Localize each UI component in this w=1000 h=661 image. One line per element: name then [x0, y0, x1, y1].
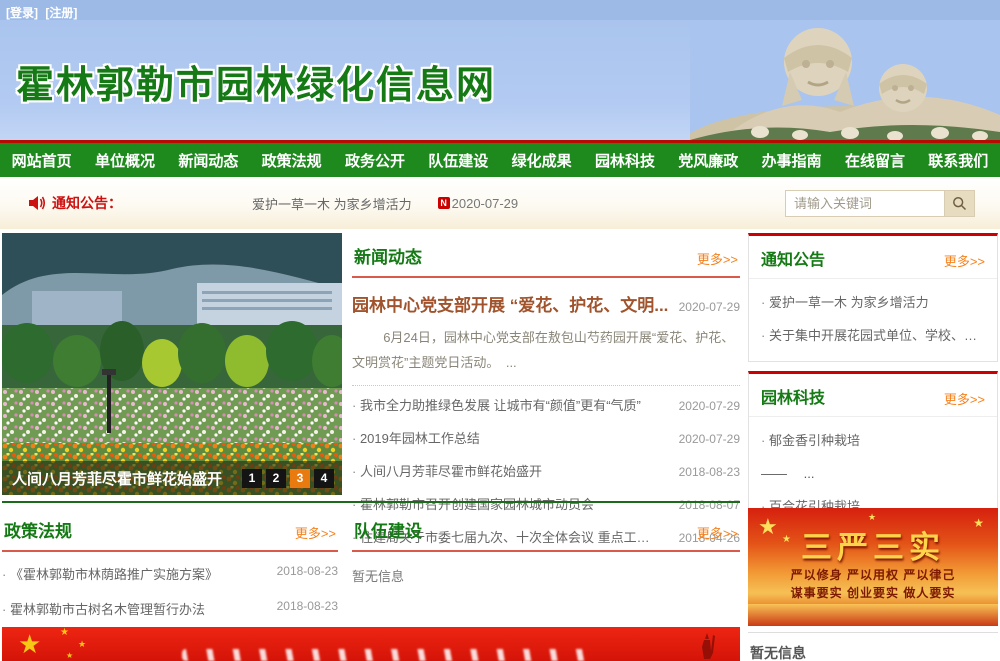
carousel-page-4[interactable]: 4	[314, 469, 334, 488]
policy-item[interactable]: 《霍林郭勒市林荫路推广实施方案》 2018-08-23	[2, 556, 338, 591]
star-icon: ★	[60, 627, 69, 638]
news-dotted-divider	[352, 385, 740, 386]
carousel-page-1[interactable]: 1	[242, 469, 262, 488]
news-section-title: 新闻动态	[354, 243, 422, 268]
nav-item-home[interactable]: 网站首页	[0, 150, 83, 171]
news-more-link[interactable]: 更多>>	[697, 249, 738, 268]
search-input[interactable]	[785, 190, 945, 217]
news-item-text: 人间八月芳菲尽霍市鲜花始盛开	[352, 461, 542, 480]
login-link[interactable]: [登录]	[6, 6, 38, 20]
news-list-item[interactable]: 我市全力助推绿色发展 让城市有“颜值”更有“气质” 2020-07-29	[352, 388, 740, 421]
calligraphy-graphic	[182, 649, 602, 661]
nav-item-party-integrity[interactable]: 党风廉政	[667, 150, 750, 171]
nav-item-news[interactable]: 新闻动态	[167, 150, 250, 171]
footer-banner: ★ ★ ★ ★	[2, 627, 740, 661]
speaker-icon	[28, 195, 46, 211]
announcements-list: 爱护一草一木 为家乡增活力 关于集中开展花园式单位、学校、工厂...	[749, 279, 997, 361]
team-section: 队伍建设 更多>> 暂无信息	[352, 503, 740, 585]
carousel-page-2[interactable]: 2	[266, 469, 286, 488]
photo-carousel[interactable]: 人间八月芳菲尽霍市鲜花始盛开 1 2 3 4	[2, 233, 342, 495]
notice-label: 通知公告：	[52, 193, 122, 213]
news-item-date: 2018-08-23	[679, 465, 740, 479]
nav-item-gov-affairs[interactable]: 政务公开	[333, 150, 416, 171]
search-icon	[952, 196, 967, 211]
new-badge-icon: N	[438, 197, 450, 209]
star-icon: ★	[78, 639, 86, 650]
page: [登录] [注册] 霍林郭勒市园林绿化	[0, 0, 1000, 661]
nav-item-garden-tech[interactable]: 园林科技	[583, 150, 666, 171]
star-icon: ★	[18, 629, 41, 660]
nav-item-policy[interactable]: 政策法规	[250, 150, 333, 171]
carousel-caption-bar: 人间八月芳菲尽霍市鲜花始盛开 1 2 3 4	[2, 461, 342, 495]
site-header: 霍林郭勒市园林绿化信息网	[0, 20, 1000, 140]
featured-news-summary: 6月24日，园林中心党支部在敖包山芍药园开展“爱花、护花、文明赏花”主题党日活动…	[352, 326, 740, 375]
team-title-rule	[352, 550, 740, 552]
statue-silhouette-icon	[694, 631, 720, 661]
register-link[interactable]: [注册]	[45, 6, 77, 20]
site-title: 霍林郭勒市园林绿化信息网	[16, 54, 496, 109]
notice-ticker-link[interactable]: 爱护一草一木 为家乡增活力	[252, 194, 412, 213]
notice-date: 2020-07-29	[452, 196, 519, 211]
carousel-caption-link[interactable]: 人间八月芳菲尽霍市鲜花始盛开	[12, 468, 242, 489]
garden-tech-title: 园林科技	[761, 384, 825, 408]
garden-tech-item[interactable]: 郁金香引种栽培	[761, 423, 985, 456]
policy-item-text: 霍林郭勒市古树名木管理暂行办法	[2, 599, 205, 618]
policy-item-date: 2018-08-23	[277, 564, 338, 583]
team-empty-text: 暂无信息	[352, 566, 740, 585]
genghis-khan-statue-graphic	[690, 20, 1000, 140]
team-more-link[interactable]: 更多>>	[697, 523, 738, 542]
three-stricts-banner[interactable]: ★ ★ ★ ★ 三严三实 严以修身 严以用权 严以律己 谋事要实 创业要实 做人…	[748, 508, 998, 626]
banner-line2: 谋事要实 创业要实 做人要实	[748, 584, 998, 601]
carousel-page-3[interactable]: 3	[290, 469, 310, 488]
policy-item[interactable]: 霍林郭勒市古树名木管理暂行办法 2018-08-23	[2, 591, 338, 626]
news-list-item[interactable]: 人间八月芳菲尽霍市鲜花始盛开 2018-08-23	[352, 454, 740, 487]
announcements-title: 通知公告	[761, 246, 825, 270]
news-item-text: 我市全力助推绿色发展 让城市有“颜值”更有“气质”	[352, 395, 641, 414]
carousel-image	[2, 233, 342, 495]
banner-line1: 严以修身 严以用权 严以律己	[748, 566, 998, 583]
garden-tech-item-sub: —— ...	[761, 456, 985, 489]
banner-title: 三严三实	[748, 522, 998, 567]
announcements-more-link[interactable]: 更多>>	[944, 251, 985, 270]
nav-item-greening-results[interactable]: 绿化成果	[500, 150, 583, 171]
policy-item-text: 《霍林郭勒市林荫路推广实施方案》	[2, 564, 218, 583]
team-title: 队伍建设	[354, 517, 422, 542]
featured-news-link[interactable]: 园林中心党支部开展 “爱花、护花、文明...	[352, 291, 668, 316]
policy-more-link[interactable]: 更多>>	[295, 523, 336, 542]
news-item-date: 2020-07-29	[679, 432, 740, 446]
announcements-box: 通知公告 更多>> 爱护一草一木 为家乡增活力 关于集中开展花园式单位、学校、工…	[748, 233, 998, 362]
news-item-text: 2019年园林工作总结	[352, 428, 480, 447]
nav-item-team[interactable]: 队伍建设	[417, 150, 500, 171]
great-wall-graphic	[748, 604, 998, 626]
star-icon: ★	[66, 651, 73, 660]
news-list-item[interactable]: 2019年园林工作总结 2020-07-29	[352, 421, 740, 454]
search-button[interactable]	[945, 190, 975, 217]
garden-tech-more-link[interactable]: 更多>>	[944, 389, 985, 408]
featured-news-date: 2020-07-29	[679, 300, 740, 314]
search-area	[785, 190, 975, 217]
nav-item-service-guide[interactable]: 办事指南	[750, 150, 833, 171]
nav-item-about[interactable]: 单位概况	[83, 150, 166, 171]
carousel-pager: 1 2 3 4	[242, 469, 334, 488]
policy-item-date: 2018-08-23	[277, 599, 338, 618]
news-item-date: 2020-07-29	[679, 399, 740, 413]
nav-item-contact[interactable]: 联系我们	[917, 150, 1000, 171]
nav-item-message-board[interactable]: 在线留言	[833, 150, 916, 171]
policy-title: 政策法规	[4, 517, 72, 542]
policy-title-rule	[2, 550, 338, 552]
bottom-right-empty-text: 暂无信息	[748, 632, 998, 661]
top-strip: [登录] [注册]	[0, 0, 1000, 20]
announcement-item[interactable]: 爱护一草一木 为家乡增活力	[761, 285, 985, 318]
notice-bar: 通知公告： 爱护一草一木 为家乡增活力 N 2020-07-29	[0, 177, 1000, 229]
main-nav: 网站首页 单位概况 新闻动态 政策法规 政务公开 队伍建设 绿化成果 园林科技 …	[0, 140, 1000, 177]
announcement-item[interactable]: 关于集中开展花园式单位、学校、工厂...	[761, 318, 985, 351]
news-title-rule	[352, 276, 740, 278]
